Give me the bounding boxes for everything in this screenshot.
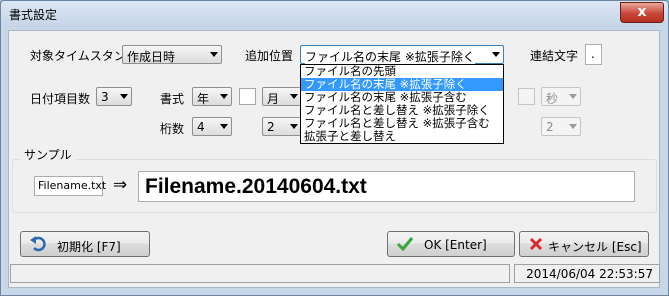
- check-icon: [396, 237, 414, 252]
- status-bar-datetime-panel: 2014/06/04 22:53:57: [514, 264, 660, 283]
- timestamp-select[interactable]: 作成日時: [122, 45, 222, 64]
- sample-result-name: Filename.20140604.txt: [145, 175, 367, 198]
- digits-month-value: 2: [267, 120, 275, 134]
- separator-checkbox-5[interactable]: [518, 88, 535, 105]
- separator-checkbox-1[interactable]: [239, 88, 256, 105]
- cancel-button[interactable]: キャンセル [Esc]: [519, 231, 649, 257]
- sample-group-title: サンプル: [20, 146, 76, 163]
- reset-button-label: 初期化 [F7]: [57, 240, 121, 254]
- date-items-select[interactable]: 3: [96, 87, 132, 106]
- position-select-value: ファイル名の末尾 ※拡張子除く: [305, 48, 475, 65]
- joiner-input-value: .: [591, 47, 595, 61]
- sample-result-box: Filename.20140604.txt: [138, 171, 635, 202]
- position-select[interactable]: ファイル名の末尾 ※拡張子除く: [300, 45, 504, 65]
- close-x-icon: [529, 237, 543, 251]
- chevron-down-icon: [290, 124, 298, 129]
- digits-second-select[interactable]: 2: [541, 117, 581, 136]
- close-icon: x: [637, 4, 647, 20]
- digits-year-value: 4: [197, 120, 205, 134]
- digits-second-value: 2: [546, 120, 554, 134]
- chevron-down-icon: [220, 94, 228, 99]
- format-year-select[interactable]: 年: [192, 87, 232, 106]
- status-datetime: 2014/06/04 22:53:57: [526, 267, 653, 281]
- position-dropdown-list[interactable]: ファイル名の先頭 ファイル名の末尾 ※拡張子除く ファイル名の末尾 ※拡張子含む…: [300, 64, 504, 144]
- chevron-down-icon: [569, 94, 577, 99]
- close-button[interactable]: x: [620, 2, 664, 23]
- chevron-down-icon: [120, 94, 128, 99]
- timestamp-select-value: 作成日時: [127, 50, 176, 64]
- ok-button-label: OK [Enter]: [424, 238, 487, 252]
- title-bar[interactable]: 書式設定 x: [1, 1, 668, 27]
- undo-arrow-icon: [30, 236, 46, 252]
- format-label: 書式: [160, 92, 185, 106]
- cancel-button-label: キャンセル [Esc]: [548, 240, 642, 254]
- chevron-down-icon: [569, 124, 577, 129]
- status-bar-message: [10, 264, 510, 283]
- ok-button[interactable]: OK [Enter]: [387, 231, 515, 257]
- format-month-value: 月: [267, 92, 280, 106]
- chevron-down-icon: [220, 124, 228, 129]
- chevron-down-icon: [290, 94, 298, 99]
- chevron-down-icon: [210, 52, 218, 57]
- reset-button[interactable]: 初期化 [F7]: [20, 231, 150, 257]
- format-month-select[interactable]: 月: [262, 87, 302, 106]
- sample-source-box: Filename.txt: [34, 176, 107, 196]
- joiner-label: 連結文字: [530, 49, 579, 63]
- digits-month-select[interactable]: 2: [262, 117, 302, 136]
- format-second-value: 秒: [546, 92, 559, 106]
- format-year-value: 年: [197, 92, 210, 106]
- format-second-select[interactable]: 秒: [541, 87, 581, 106]
- digits-year-select[interactable]: 4: [192, 117, 232, 136]
- date-items-label: 日付項目数: [30, 92, 91, 106]
- position-option[interactable]: 拡張子と差し替え: [301, 130, 503, 143]
- date-items-select-value: 3: [101, 90, 109, 104]
- digits-label: 桁数: [160, 122, 185, 136]
- sample-source-name: Filename.txt: [38, 179, 107, 192]
- arrow-right-icon: ⇒: [113, 175, 128, 195]
- chevron-down-icon: [492, 52, 500, 57]
- window-title: 書式設定: [9, 8, 58, 22]
- position-label: 追加位置: [245, 49, 294, 63]
- joiner-input[interactable]: .: [585, 44, 602, 65]
